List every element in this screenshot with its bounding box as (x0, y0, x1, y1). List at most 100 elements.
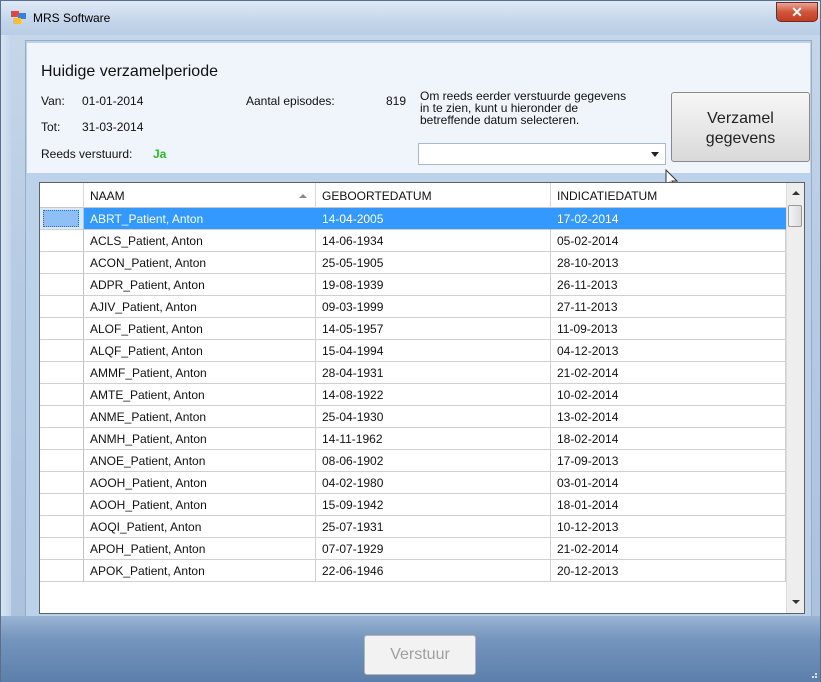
table-row[interactable]: AJIV_Patient, Anton 09-03-1999 27-11-2013 (40, 296, 786, 318)
row-header[interactable] (40, 274, 84, 296)
row-header[interactable] (40, 208, 84, 230)
cell-naam[interactable]: APOH_Patient, Anton (84, 538, 316, 560)
cell-indicatiedatum[interactable]: 17-09-2013 (551, 450, 786, 472)
cell-geboortedatum[interactable]: 19-08-1939 (316, 274, 551, 296)
cell-naam[interactable]: ALQF_Patient, Anton (84, 340, 316, 362)
scroll-up-icon[interactable] (787, 185, 804, 202)
column-header-indicatiedatum[interactable]: INDICATIEDATUM (551, 183, 786, 207)
cell-indicatiedatum[interactable]: 05-02-2014 (551, 230, 786, 252)
row-header[interactable] (40, 318, 84, 340)
table-row[interactable]: ANOE_Patient, Anton 08-06-1902 17-09-2013 (40, 450, 786, 472)
grid-scrollbar[interactable] (786, 183, 804, 613)
cell-naam[interactable]: AMMF_Patient, Anton (84, 362, 316, 384)
cell-geboortedatum[interactable]: 25-04-1930 (316, 406, 551, 428)
cell-indicatiedatum[interactable]: 17-02-2014 (551, 208, 786, 230)
table-row[interactable]: ACON_Patient, Anton 25-05-1905 28-10-2013 (40, 252, 786, 274)
table-row[interactable]: APOH_Patient, Anton 07-07-1929 21-02-2014 (40, 538, 786, 560)
scrollbar-thumb[interactable] (788, 205, 802, 227)
cell-geboortedatum[interactable]: 15-04-1994 (316, 340, 551, 362)
resize-grip-icon[interactable] (809, 670, 817, 678)
cell-naam[interactable]: ACON_Patient, Anton (84, 252, 316, 274)
cell-naam[interactable]: ANME_Patient, Anton (84, 406, 316, 428)
cell-indicatiedatum[interactable]: 21-02-2014 (551, 362, 786, 384)
patient-grid[interactable]: NAAM GEBOORTEDATUM INDICATIEDATUM ABRT_P… (39, 182, 805, 614)
row-header[interactable] (40, 252, 84, 274)
table-row[interactable]: ABRT_Patient, Anton 14-04-2005 17-02-2014 (40, 208, 786, 230)
cell-indicatiedatum[interactable]: 04-12-2013 (551, 340, 786, 362)
cell-naam[interactable]: AOOH_Patient, Anton (84, 494, 316, 516)
table-row[interactable]: APOK_Patient, Anton 22-06-1946 20-12-2013 (40, 560, 786, 582)
cell-naam[interactable]: APOK_Patient, Anton (84, 560, 316, 582)
row-header[interactable] (40, 362, 84, 384)
cell-geboortedatum[interactable]: 22-06-1946 (316, 560, 551, 582)
row-header[interactable] (40, 494, 84, 516)
row-header[interactable] (40, 472, 84, 494)
cell-geboortedatum[interactable]: 07-07-1929 (316, 538, 551, 560)
cell-geboortedatum[interactable]: 09-03-1999 (316, 296, 551, 318)
row-header[interactable] (40, 340, 84, 362)
row-header[interactable] (40, 384, 84, 406)
cell-naam[interactable]: ACLS_Patient, Anton (84, 230, 316, 252)
table-row[interactable]: ANME_Patient, Anton 25-04-1930 13-02-2014 (40, 406, 786, 428)
verstuur-button[interactable]: Verstuur (364, 635, 476, 675)
table-row[interactable]: AMMF_Patient, Anton 28-04-1931 21-02-2014 (40, 362, 786, 384)
table-row[interactable]: AOOH_Patient, Anton 15-09-1942 18-01-2014 (40, 494, 786, 516)
cell-geboortedatum[interactable]: 14-06-1934 (316, 230, 551, 252)
table-row[interactable]: ALQF_Patient, Anton 15-04-1994 04-12-2013 (40, 340, 786, 362)
cell-geboortedatum[interactable]: 25-05-1905 (316, 252, 551, 274)
cell-indicatiedatum[interactable]: 03-01-2014 (551, 472, 786, 494)
cell-naam[interactable]: ANOE_Patient, Anton (84, 450, 316, 472)
cell-naam[interactable]: ABRT_Patient, Anton (84, 208, 316, 230)
cell-indicatiedatum[interactable]: 27-11-2013 (551, 296, 786, 318)
cell-naam[interactable]: AOOH_Patient, Anton (84, 472, 316, 494)
cell-geboortedatum[interactable]: 14-04-2005 (316, 208, 551, 230)
date-select[interactable] (418, 143, 666, 165)
cell-naam[interactable]: ADPR_Patient, Anton (84, 274, 316, 296)
cell-geboortedatum[interactable]: 04-02-1980 (316, 472, 551, 494)
cell-geboortedatum[interactable]: 14-08-1922 (316, 384, 551, 406)
cell-indicatiedatum[interactable]: 13-02-2014 (551, 406, 786, 428)
cell-geboortedatum[interactable]: 25-07-1931 (316, 516, 551, 538)
cell-indicatiedatum[interactable]: 10-12-2013 (551, 516, 786, 538)
scroll-down-icon[interactable] (787, 594, 804, 611)
cell-geboortedatum[interactable]: 08-06-1902 (316, 450, 551, 472)
close-button[interactable]: ✕ (776, 2, 818, 22)
column-header-geboortedatum[interactable]: GEBOORTEDATUM (316, 183, 551, 207)
row-header[interactable] (40, 230, 84, 252)
row-header[interactable] (40, 296, 84, 318)
cell-geboortedatum[interactable]: 14-05-1957 (316, 318, 551, 340)
cell-geboortedatum[interactable]: 15-09-1942 (316, 494, 551, 516)
cell-naam[interactable]: AMTE_Patient, Anton (84, 384, 316, 406)
column-header-naam[interactable]: NAAM (84, 183, 316, 207)
cell-geboortedatum[interactable]: 14-11-1962 (316, 428, 551, 450)
cell-naam[interactable]: ANMH_Patient, Anton (84, 428, 316, 450)
table-row[interactable]: AOOH_Patient, Anton 04-02-1980 03-01-2014 (40, 472, 786, 494)
cell-indicatiedatum[interactable]: 11-09-2013 (551, 318, 786, 340)
table-row[interactable]: ANMH_Patient, Anton 14-11-1962 18-02-2014 (40, 428, 786, 450)
row-header[interactable] (40, 406, 84, 428)
cell-indicatiedatum[interactable]: 28-10-2013 (551, 252, 786, 274)
cell-geboortedatum[interactable]: 28-04-1931 (316, 362, 551, 384)
row-header[interactable] (40, 560, 84, 582)
cell-indicatiedatum[interactable]: 18-01-2014 (551, 494, 786, 516)
cell-naam[interactable]: ALOF_Patient, Anton (84, 318, 316, 340)
cell-naam[interactable]: AJIV_Patient, Anton (84, 296, 316, 318)
row-header[interactable] (40, 538, 84, 560)
table-row[interactable]: ALOF_Patient, Anton 14-05-1957 11-09-2013 (40, 318, 786, 340)
table-row[interactable]: ADPR_Patient, Anton 19-08-1939 26-11-2013 (40, 274, 786, 296)
row-header[interactable] (40, 516, 84, 538)
row-header[interactable] (40, 428, 84, 450)
cell-indicatiedatum[interactable]: 26-11-2013 (551, 274, 786, 296)
cell-indicatiedatum[interactable]: 18-02-2014 (551, 428, 786, 450)
title-bar[interactable]: MRS Software ✕ (1, 1, 820, 35)
verzamel-gegevens-button[interactable]: Verzamel gegevens (671, 92, 810, 162)
row-header[interactable] (40, 450, 84, 472)
table-row[interactable]: AMTE_Patient, Anton 14-08-1922 10-02-2014 (40, 384, 786, 406)
cell-indicatiedatum[interactable]: 20-12-2013 (551, 560, 786, 582)
cell-naam[interactable]: AOQI_Patient, Anton (84, 516, 316, 538)
table-row[interactable]: ACLS_Patient, Anton 14-06-1934 05-02-2014 (40, 230, 786, 252)
chevron-down-icon[interactable] (651, 152, 659, 157)
table-row[interactable]: AOQI_Patient, Anton 25-07-1931 10-12-2013 (40, 516, 786, 538)
cell-indicatiedatum[interactable]: 10-02-2014 (551, 384, 786, 406)
cell-indicatiedatum[interactable]: 21-02-2014 (551, 538, 786, 560)
